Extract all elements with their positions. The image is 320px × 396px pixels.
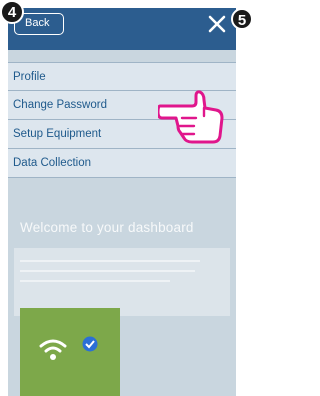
app-screen: Welcome to your dashboard Back Profile C…	[8, 8, 236, 396]
dashboard-text-line	[20, 260, 200, 262]
menu-item-data-collection[interactable]: Data Collection	[8, 149, 236, 178]
close-icon[interactable]	[206, 13, 228, 35]
check-badge-icon	[82, 336, 98, 352]
equipment-tile[interactable]	[20, 308, 120, 396]
pointing-hand-icon	[158, 90, 224, 144]
wifi-icon	[39, 339, 67, 360]
dashboard-title: Welcome to your dashboard	[20, 220, 194, 235]
dashboard-text-line	[20, 280, 170, 282]
menu-item-profile[interactable]: Profile	[8, 62, 236, 91]
dashboard-card	[14, 248, 230, 316]
dashboard-text-line	[20, 270, 195, 272]
step-number-badge: 4	[0, 0, 24, 24]
next-step-number-badge: 5	[231, 8, 253, 30]
menu-header: Back	[8, 8, 236, 50]
